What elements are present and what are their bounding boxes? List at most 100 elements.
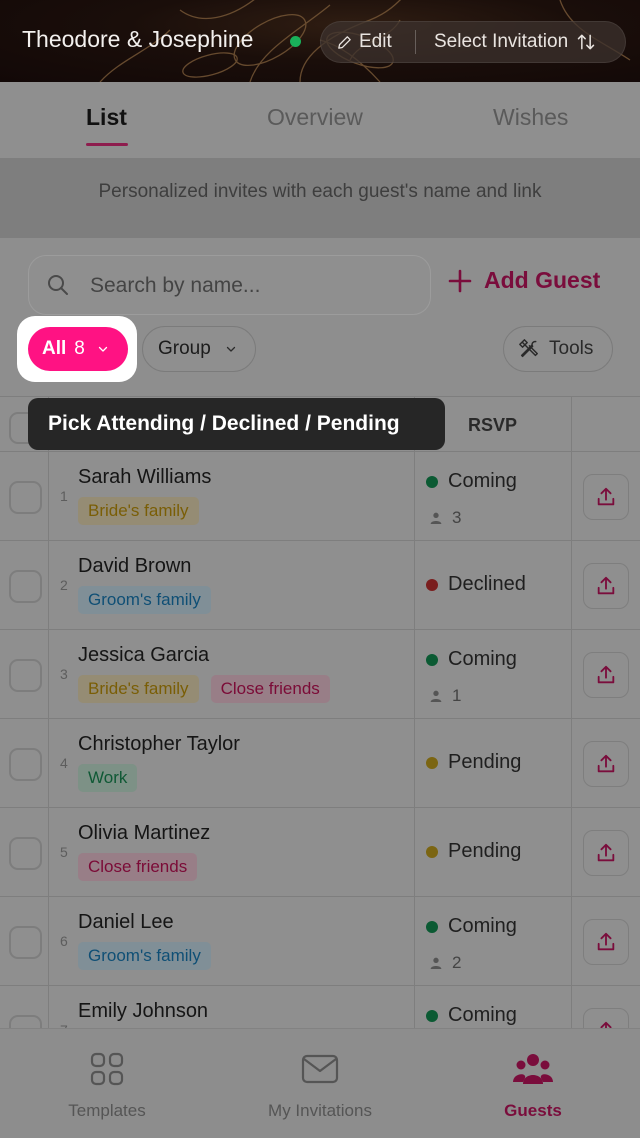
- tag-brides-family: Bride's family: [78, 675, 199, 703]
- rsvp-status-label: Coming: [448, 1004, 517, 1026]
- share-button[interactable]: [583, 919, 629, 965]
- bottom-navigation: Templates My Invitations Guests: [0, 1028, 640, 1138]
- tools-icon: [519, 339, 538, 358]
- share-upload-icon: [597, 843, 615, 862]
- status-dot: [426, 578, 438, 591]
- add-guest-button[interactable]: Add Guest: [448, 267, 600, 294]
- row-number: 5: [60, 844, 68, 860]
- status-dot: [426, 845, 438, 858]
- row-checkbox[interactable]: [9, 926, 42, 959]
- person-icon: [430, 512, 442, 524]
- person-icon: [430, 957, 442, 969]
- online-status-dot: [290, 36, 301, 47]
- guest-name: Christopher Taylor: [78, 733, 240, 755]
- row-checkbox[interactable]: [9, 481, 42, 514]
- filter-group-chip[interactable]: Group: [142, 326, 256, 372]
- swap-arrows-icon: [577, 34, 595, 50]
- tools-button[interactable]: Tools: [503, 326, 613, 372]
- share-upload-icon: [597, 932, 615, 951]
- nav-templates[interactable]: Templates: [48, 1029, 166, 1138]
- share-upload-icon: [597, 665, 615, 684]
- table-row[interactable]: 7 Emily Johnson Coming: [0, 986, 640, 1028]
- tab-list[interactable]: List: [86, 104, 127, 131]
- row-checkbox[interactable]: [9, 748, 42, 781]
- status-dot: [426, 920, 438, 933]
- rsvp-status: Coming: [426, 470, 517, 493]
- rsvp-status-label: Coming: [448, 648, 517, 670]
- chevron-down-icon: [98, 346, 108, 352]
- status-dot: [426, 1009, 438, 1022]
- search-input[interactable]: [90, 270, 410, 302]
- row-number: 2: [60, 577, 68, 593]
- guest-count: 3: [428, 508, 461, 528]
- top-header: Theodore & Josephine Edit Select Invitat…: [0, 0, 640, 82]
- tag-grooms-family: Groom's family: [78, 586, 211, 614]
- row-number: 3: [60, 666, 68, 682]
- table-row[interactable]: 5 Olivia Martinez Close friends Pending: [0, 808, 640, 897]
- rsvp-status: Pending: [426, 751, 521, 774]
- filter-all-chip[interactable]: All 8: [28, 327, 128, 371]
- rsvp-status-label: Coming: [448, 915, 517, 937]
- nav-guests[interactable]: Guests: [488, 1029, 578, 1138]
- share-button[interactable]: [583, 741, 629, 787]
- chevron-down-icon: [226, 346, 235, 352]
- table-row[interactable]: 2 David Brown Groom's family Declined: [0, 541, 640, 630]
- tab-overview[interactable]: Overview: [267, 104, 363, 131]
- guest-name: David Brown: [78, 555, 192, 577]
- add-guest-label: Add Guest: [484, 267, 601, 293]
- share-button[interactable]: [583, 1008, 629, 1028]
- nav-templates-label: Templates: [68, 1101, 146, 1120]
- guest-name: Emily Johnson: [78, 1000, 209, 1022]
- select-invitation-label: Select Invitation: [434, 31, 569, 52]
- header-separator: [415, 30, 416, 54]
- share-upload-icon: [597, 754, 615, 773]
- guest-name: Jessica Garcia: [78, 644, 210, 666]
- guest-name: Olivia Martinez: [78, 822, 211, 844]
- guest-name: Daniel Lee: [78, 911, 174, 933]
- share-button[interactable]: [583, 830, 629, 876]
- tag-work: Work: [78, 764, 138, 792]
- row-checkbox[interactable]: [9, 1015, 42, 1028]
- table-row[interactable]: 6 Daniel Lee Groom's family Coming 2: [0, 897, 640, 986]
- person-icon: [430, 690, 442, 702]
- edit-button[interactable]: Edit: [336, 21, 392, 63]
- guest-count-value: 2: [452, 953, 462, 972]
- row-checkbox[interactable]: [9, 659, 42, 692]
- rsvp-status: Pending: [426, 840, 521, 863]
- tag-brides-family: Bride's family: [78, 497, 199, 525]
- filter-tooltip: Pick Attending / Declined / Pending: [28, 398, 445, 450]
- nav-my-invitations-label: My Invitations: [268, 1101, 372, 1120]
- nav-my-invitations[interactable]: My Invitations: [255, 1029, 385, 1138]
- share-button[interactable]: [583, 563, 629, 609]
- rsvp-status: Coming: [426, 1004, 517, 1027]
- share-button[interactable]: [583, 652, 629, 698]
- info-banner-text: Personalized invites with each guest's n…: [98, 181, 542, 202]
- share-upload-icon: [597, 487, 615, 506]
- filter-all-count: 8: [74, 338, 85, 359]
- rsvp-status: Declined: [426, 573, 526, 596]
- table-row[interactable]: 4 Christopher Taylor Work Pending: [0, 719, 640, 808]
- rsvp-status: Coming: [426, 648, 517, 671]
- tools-label: Tools: [549, 338, 594, 359]
- row-number: 4: [60, 755, 68, 771]
- plus-icon: [448, 269, 472, 292]
- filter-group-label: Group: [158, 338, 211, 359]
- tab-wishes[interactable]: Wishes: [493, 104, 568, 131]
- status-dot: [426, 475, 438, 488]
- row-checkbox[interactable]: [9, 837, 42, 870]
- rsvp-status-label: Pending: [448, 751, 522, 773]
- status-dot: [426, 653, 438, 666]
- pencil-icon: [338, 35, 351, 49]
- row-checkbox[interactable]: [9, 570, 42, 603]
- select-invitation-button[interactable]: Select Invitation: [434, 21, 596, 63]
- table-row[interactable]: 3 Jessica Garcia Bride's family Close fr…: [0, 630, 640, 719]
- share-button[interactable]: [583, 474, 629, 520]
- filter-all-label: All: [42, 338, 67, 359]
- table-row[interactable]: 1 Sarah Williams Bride's family Coming 3: [0, 452, 640, 541]
- tag-close-friends: Close friends: [78, 853, 198, 881]
- rsvp-status-label: Declined: [448, 573, 526, 595]
- rsvp-status: Coming: [426, 915, 517, 938]
- row-number: 6: [60, 933, 68, 949]
- guest-table: RSVP 1 Sarah Williams Bride's family Com…: [0, 396, 640, 1028]
- guests-group-icon: [513, 1054, 553, 1084]
